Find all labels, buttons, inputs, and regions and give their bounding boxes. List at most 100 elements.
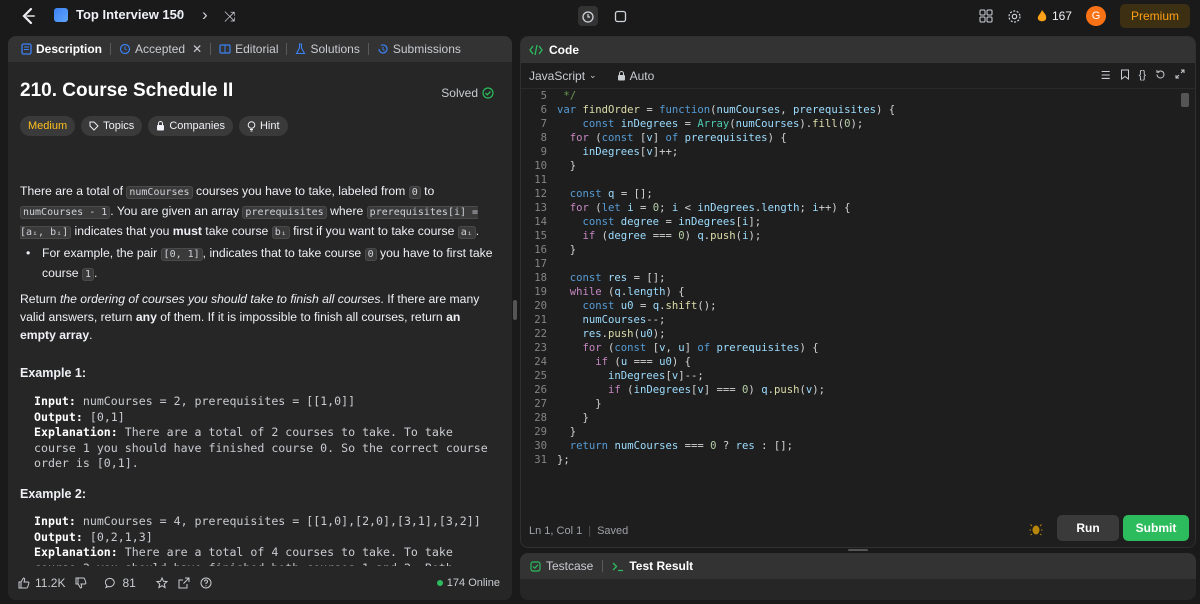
example-2-title: Example 2: [20,487,87,501]
description-bullet: • For example, the pair [0, 1], indicate… [26,246,493,281]
topics-button[interactable]: Topics [81,116,143,136]
format-icon[interactable]: ☰ [1101,69,1111,82]
close-icon[interactable]: ✕ [192,42,202,56]
avatar[interactable]: G [1085,6,1106,26]
code-line: 12 const q = []; [534,188,653,200]
code-line: 31}; [534,454,570,466]
chevron-down-icon: ⌄ [589,70,597,80]
code-header: Code [521,37,1195,63]
history-icon [378,44,388,54]
left-footer: 11.2K 81 174 Online [8,566,512,600]
star-icon[interactable] [155,577,168,589]
left-tab-bar: Description Accepted ✕ Editorial Solutio… [8,36,512,62]
code-line: 23 for (const [v, u] of prerequisites) { [534,342,819,354]
comment-count: 81 [122,576,136,590]
horizontal-resize-handle[interactable] [848,549,868,551]
streak-counter[interactable]: 167 [1036,9,1072,23]
comment-icon [105,577,116,589]
code-line: 26 if (inDegrees[v] === 0) q.push(v); [534,384,826,396]
save-status: Saved [597,525,629,537]
checkbox-icon [530,560,541,572]
test-panel: Testcase Test Result [520,553,1196,600]
description-panel: Description Accepted ✕ Editorial Solutio… [8,36,512,600]
gear-icon[interactable] [1007,9,1022,24]
online-dot [436,580,443,586]
tab-test-result[interactable]: Test Result [612,559,693,573]
page-title[interactable]: 210. Course Schedule II [20,81,233,100]
code-line: 8 for (const [v] of prerequisites) { [540,132,787,144]
reset-icon[interactable] [1155,69,1166,80]
code-line: 24 if (u === u0) { [534,356,691,368]
center-toolbar [578,6,630,26]
tab-divider [602,560,604,572]
tab-divider [110,43,112,55]
fire-icon [1037,10,1047,22]
language-select[interactable]: JavaScript ⌄ [529,69,597,83]
braces-icon[interactable]: {} [1139,69,1146,82]
code-line: 27 } [534,398,602,410]
test-tab-bar: Testcase Test Result [520,553,1196,579]
terminal-icon [612,562,624,571]
code-editor[interactable]: 5 */ 6 var findOrder = function(numCourse… [521,89,1195,509]
tab-solutions[interactable]: Solutions [290,42,364,56]
premium-button[interactable]: Premium [1119,4,1190,28]
lightbulb-icon [247,120,256,131]
leetcode-logo-icon[interactable] [18,6,38,26]
panel-resize-handle[interactable] [513,300,517,320]
code-panel: Code JavaScript ⌄ Auto ☰ {} 5 */ 6 var fi… [520,36,1196,548]
note-icon [614,10,626,22]
online-indicator: 174 Online [436,577,500,589]
code-line: 15 if (degree === 0) q.push(i); [534,230,762,242]
comments-button[interactable]: 81 [105,576,136,590]
grid-icon[interactable] [979,9,993,23]
code-line: 9 inDegrees[v]++; [540,146,679,158]
tab-description[interactable]: Description [16,42,107,56]
thumb-up-icon [18,577,30,589]
tab-testcase[interactable]: Testcase [530,559,593,573]
companies-button[interactable]: Companies [148,116,233,136]
help-icon[interactable] [200,577,212,589]
code-line: 25 inDegrees[v]--; [534,370,704,382]
code-line: 7 const inDegrees = Array(numCourses).fi… [540,118,864,130]
code-line: 20 const u0 = q.shift(); [534,300,717,312]
solved-status: Solved [441,84,494,102]
tag-row: Medium Topics Companies Hint [20,116,288,136]
chevron-right-icon[interactable]: › [202,5,208,25]
code-line: 28 } [534,412,589,424]
run-button[interactable]: Run [1057,515,1119,541]
tab-submissions[interactable]: Submissions [372,42,466,56]
debug-icon[interactable] [1029,522,1043,536]
example-1-block: Input: numCourses = 2, prerequisites = [… [34,394,495,470]
notes-button[interactable] [610,6,630,26]
editor-scrollbar[interactable] [1181,93,1189,107]
hint-button[interactable]: Hint [238,116,288,136]
code-line: 13 for (let i = 0; i < inDegrees.length;… [534,202,851,214]
code-line: 22 res.push(u0); [534,328,666,340]
code-line: 14 const degree = inDegrees[i]; [534,216,762,228]
tab-editorial[interactable]: Editorial [214,42,283,56]
user-nav: 167 G Premium [979,4,1190,28]
code-line: 10 } [534,160,577,172]
code-line: 17 [534,258,547,270]
like-button[interactable]: 11.2K [18,576,65,590]
tab-accepted[interactable]: Accepted ✕ [114,42,207,56]
description-paragraph-1: There are a total of numCourses courses … [20,184,480,239]
submit-button[interactable]: Submit [1123,515,1189,541]
code-panel-title: Code [549,43,579,57]
chevron-left-icon[interactable]: ‹ [176,5,182,25]
book-icon [219,44,231,54]
language-bar: JavaScript ⌄ Auto [521,63,1195,89]
tab-divider [210,43,212,55]
thumb-down-icon[interactable] [75,577,87,589]
bookmark-icon[interactable] [1120,69,1130,80]
status-divider: | [588,525,592,537]
problem-list-selector[interactable]: Top Interview 150 [54,7,184,22]
expand-icon[interactable] [1175,69,1185,79]
document-icon [21,43,32,55]
auto-mode-toggle[interactable]: Auto [617,69,654,83]
description-paragraph-2: Return the ordering of courses you shoul… [20,292,480,342]
share-icon[interactable] [178,577,190,589]
check-circle-icon [482,87,494,99]
shuffle-icon[interactable]: ⤨ [224,8,235,25]
alarm-button[interactable] [578,6,598,26]
